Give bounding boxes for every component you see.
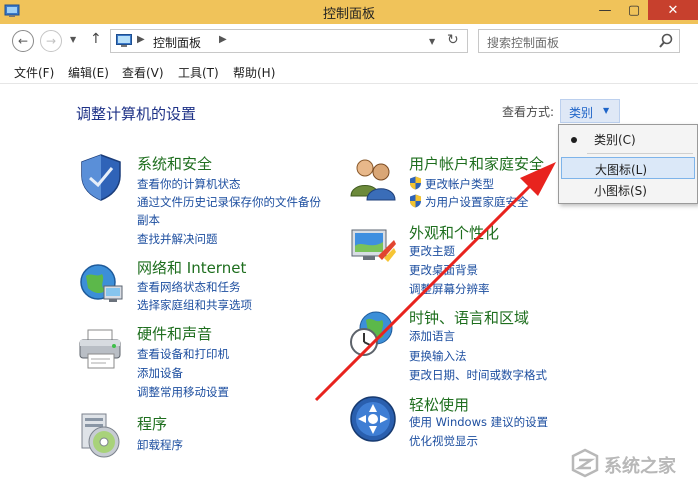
category-user-accounts[interactable]: 用户帐户和家庭安全	[409, 153, 544, 174]
watermark-text: 系统之家	[604, 456, 676, 477]
link-optimize-visual-display[interactable]: 优化视觉显示	[409, 433, 478, 449]
link-view-computer-status[interactable]: 查看你的计算机状态	[137, 176, 241, 192]
search-box[interactable]: 搜索控制面板	[478, 29, 680, 53]
search-placeholder: 搜索控制面板	[487, 36, 560, 50]
up-button[interactable]: ↑	[90, 31, 102, 47]
menu-edit[interactable]: 编辑(E)	[68, 64, 109, 81]
view-option-small-icons-label: 小图标(S)	[594, 184, 647, 198]
view-option-large-icons[interactable]: 大图标(L)	[561, 157, 695, 179]
maximize-button[interactable]: ▢	[620, 0, 648, 20]
close-button[interactable]: ✕	[648, 0, 698, 20]
view-option-category-label: 类别(C)	[594, 133, 636, 147]
control-panel-icon	[116, 34, 132, 47]
category-appearance[interactable]: 外观和个性化	[409, 222, 499, 243]
menu-view[interactable]: 查看(V)	[122, 64, 164, 81]
link-add-device[interactable]: 添加设备	[137, 365, 183, 381]
view-by-dropdown-menu: 类别(C) 大图标(L) 小图标(S)	[558, 124, 698, 204]
watermark-logo-icon	[571, 448, 599, 478]
chevron-down-icon: ▼	[603, 106, 610, 115]
recent-locations-dropdown[interactable]: ▼	[70, 35, 76, 44]
uac-shield-icon	[410, 194, 421, 208]
link-uninstall-program[interactable]: 卸载程序	[137, 437, 183, 453]
view-by-label: 查看方式:	[502, 105, 555, 119]
breadcrumb-separator-icon[interactable]: ▶	[137, 34, 145, 45]
category-programs[interactable]: 程序	[137, 413, 167, 434]
category-ease-of-access[interactable]: 轻松使用	[409, 394, 469, 415]
network-globe-icon[interactable]	[76, 258, 126, 308]
link-network-status[interactable]: 查看网络状态和任务	[137, 279, 241, 295]
uac-shield-icon	[410, 176, 421, 190]
link-windows-recommended-settings[interactable]: 使用 Windows 建议的设置	[409, 414, 548, 430]
forward-button[interactable]: →	[40, 30, 62, 52]
view-option-small-icons[interactable]: 小图标(S)	[561, 179, 695, 201]
address-dropdown-icon[interactable]: ▼	[429, 37, 435, 46]
appearance-icon[interactable]	[348, 222, 398, 272]
menu-tools[interactable]: 工具(T)	[178, 64, 219, 81]
search-icon[interactable]	[659, 33, 673, 49]
ease-of-access-icon[interactable]	[348, 394, 398, 444]
back-button[interactable]: ←	[12, 30, 34, 52]
selected-bullet-icon	[571, 137, 577, 143]
menu-file[interactable]: 文件(F)	[14, 64, 54, 81]
link-file-history-backup-cont[interactable]: 副本	[137, 212, 160, 228]
link-change-account-type[interactable]: 更改帐户类型	[425, 176, 494, 192]
link-screen-resolution[interactable]: 调整屏幕分辨率	[409, 281, 490, 297]
title-bar: 控制面板 — ▢ ✕	[0, 0, 698, 24]
refresh-icon[interactable]: ↻	[447, 32, 459, 48]
minimize-button[interactable]: —	[590, 0, 620, 20]
link-change-input-method[interactable]: 更换输入法	[409, 348, 467, 364]
link-add-language[interactable]: 添加语言	[409, 328, 455, 344]
page-title: 调整计算机的设置	[76, 105, 197, 123]
navigation-bar: ← → ▼ ↑ ▶ 控制面板 ▶ ▼ ↻ 搜索控制面板	[0, 24, 698, 58]
link-family-safety[interactable]: 为用户设置家庭安全	[425, 194, 529, 210]
category-hardware-sound[interactable]: 硬件和声音	[137, 323, 212, 344]
category-system-security[interactable]: 系统和安全	[137, 153, 212, 174]
breadcrumb-separator-icon[interactable]: ▶	[219, 34, 227, 45]
view-by-value: 类别	[569, 106, 594, 120]
view-option-large-icons-label: 大图标(L)	[595, 163, 648, 177]
clock-globe-icon[interactable]	[348, 308, 398, 358]
link-homegroup-sharing[interactable]: 选择家庭组和共享选项	[137, 297, 252, 313]
view-option-category[interactable]: 类别(C)	[561, 128, 695, 150]
programs-disc-icon[interactable]	[76, 410, 126, 460]
category-clock-language-region[interactable]: 时钟、语言和区域	[409, 307, 529, 328]
link-change-theme[interactable]: 更改主题	[409, 243, 455, 259]
category-network-internet[interactable]: 网络和 Internet	[137, 257, 246, 278]
link-mobility-settings[interactable]: 调整常用移动设置	[137, 384, 229, 400]
link-devices-printers[interactable]: 查看设备和打印机	[137, 346, 229, 362]
breadcrumb-control-panel[interactable]: 控制面板	[153, 34, 201, 51]
link-file-history-backup[interactable]: 通过文件历史记录保存你的文件备份	[137, 194, 321, 210]
watermark: 系统之家	[566, 446, 696, 482]
link-date-time-format[interactable]: 更改日期、时间或数字格式	[409, 367, 547, 383]
menu-bar: 文件(F) 编辑(E) 查看(V) 工具(T) 帮助(H)	[0, 58, 698, 84]
shield-icon[interactable]	[76, 152, 126, 202]
view-by-button[interactable]: 类别 ▼	[560, 99, 620, 123]
menu-help[interactable]: 帮助(H)	[233, 64, 275, 81]
users-icon[interactable]	[348, 152, 398, 202]
address-bar[interactable]: ▶ 控制面板 ▶ ▼ ↻	[110, 29, 468, 53]
printer-icon[interactable]	[76, 324, 126, 374]
link-troubleshoot[interactable]: 查找并解决问题	[137, 231, 218, 247]
link-desktop-background[interactable]: 更改桌面背景	[409, 262, 478, 278]
menu-divider	[587, 153, 693, 154]
